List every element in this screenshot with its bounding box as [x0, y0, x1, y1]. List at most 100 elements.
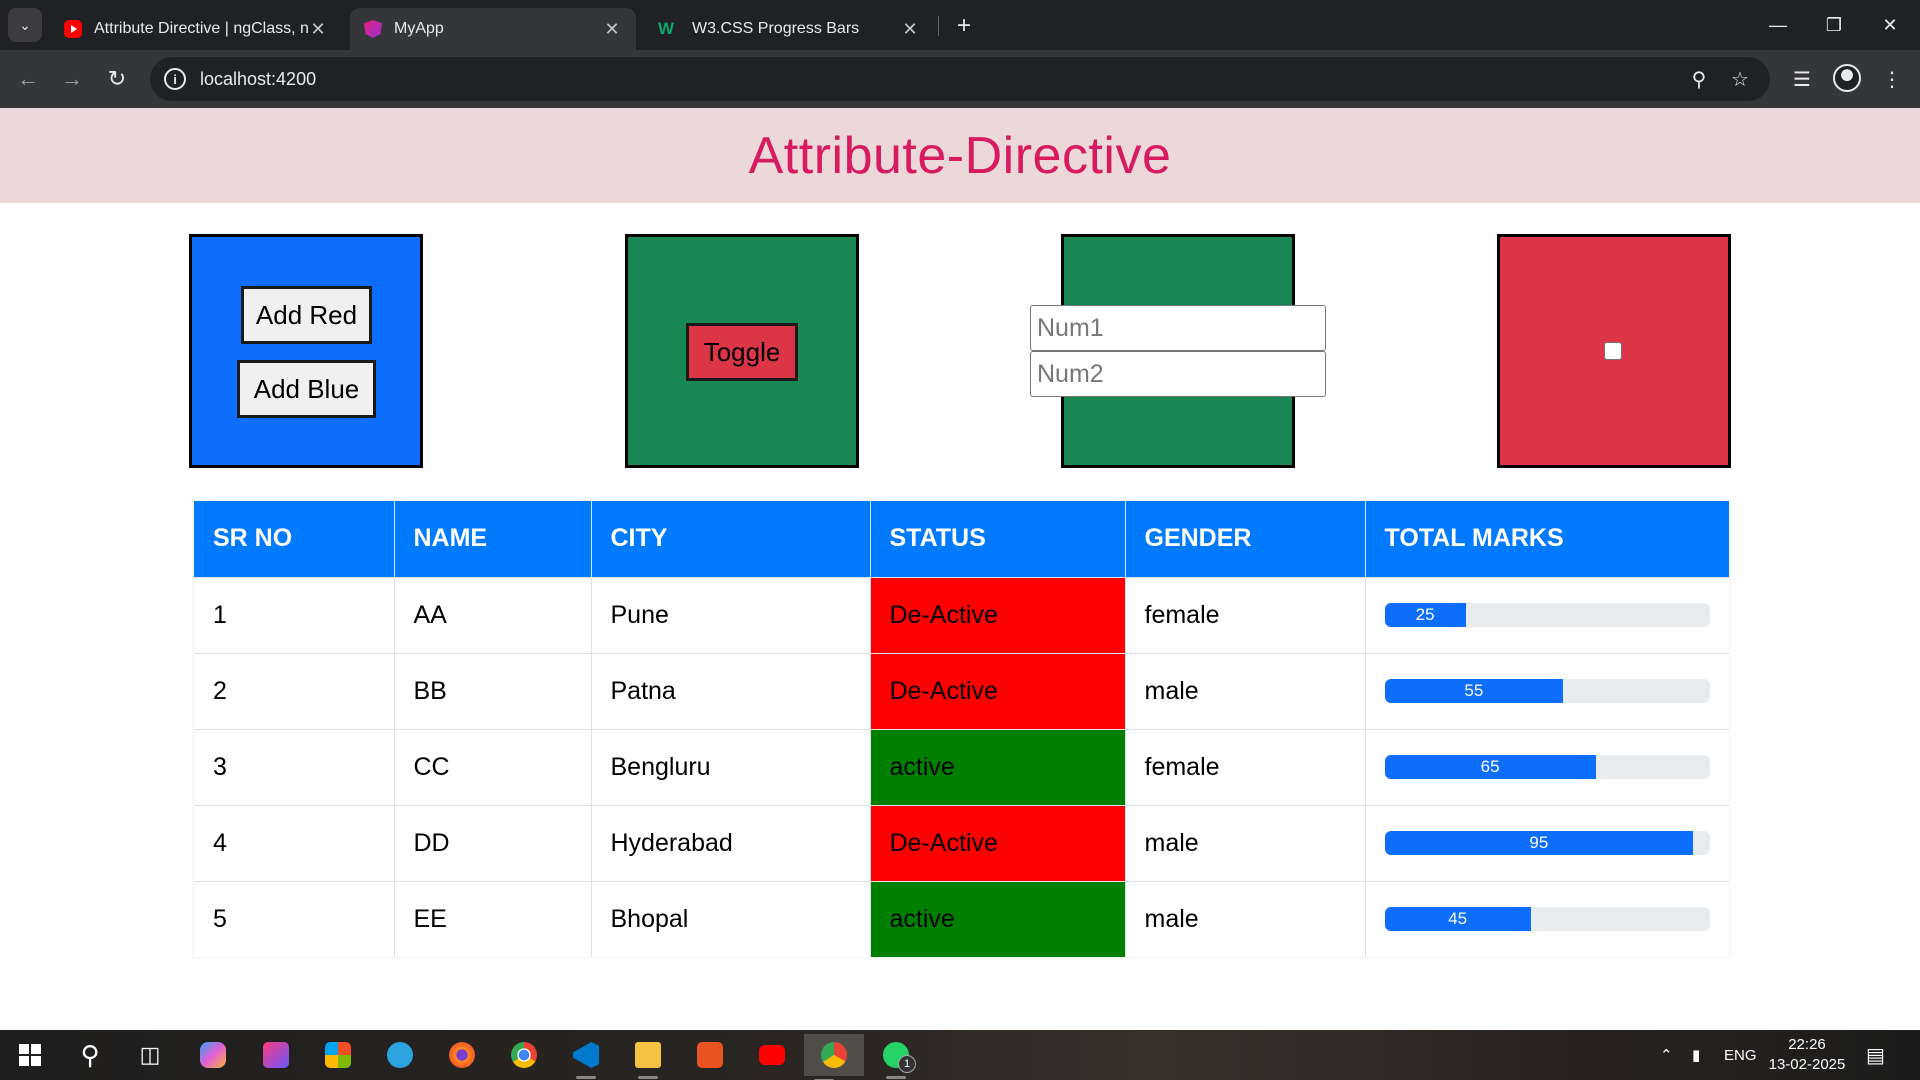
close-icon[interactable]: ✕ [308, 19, 328, 40]
start-button[interactable] [10, 1037, 50, 1073]
sr-no-cell: 1 [194, 576, 395, 653]
firefox-icon [449, 1042, 475, 1068]
city-cell: Patna [591, 652, 871, 729]
table-row: 2 BB Patna De-Active male 55 [194, 652, 1729, 729]
copilot-icon [200, 1042, 226, 1068]
task-view-icon: ◫ [139, 1042, 161, 1067]
close-icon[interactable]: ✕ [900, 19, 920, 40]
num2-input[interactable] [1030, 351, 1326, 397]
total-marks-cell: 45 [1365, 880, 1729, 957]
close-icon: ✕ [1882, 14, 1898, 35]
store-button[interactable] [318, 1037, 358, 1073]
tab-title: Attribute Directive | ngClass, ng [94, 20, 308, 37]
task-view-button[interactable]: ◫ [130, 1037, 170, 1073]
language-indicator[interactable]: ENG [1724, 1030, 1757, 1080]
students-table: SR NO NAME CITY STATUS GENDER TOTAL MARK… [194, 501, 1729, 957]
close-window-button[interactable]: ✕ [1862, 8, 1918, 42]
browser-tab-attribute-directive[interactable]: Attribute Directive | ngClass, ng ✕ [50, 8, 342, 50]
progress-fill: 25 [1384, 603, 1466, 627]
media-controls-icon[interactable]: ☰ [1786, 63, 1818, 95]
chrome-button[interactable] [504, 1037, 544, 1073]
add-red-button[interactable]: Add Red [241, 286, 372, 344]
ubuntu-icon [697, 1042, 723, 1068]
table-row: 4 DD Hyderabad De-Active male 95 [194, 804, 1729, 881]
marks-progress-bar: 95 [1384, 831, 1710, 855]
profile-avatar[interactable] [1833, 64, 1861, 92]
youtube-button[interactable] [752, 1037, 792, 1073]
gender-cell: male [1125, 652, 1366, 729]
blue-box [189, 234, 423, 468]
sr-no-cell: 5 [194, 880, 395, 957]
name-cell: CC [394, 728, 592, 805]
browser-tab-strip: ⌄ Attribute Directive | ngClass, ng ✕ My… [0, 0, 1920, 50]
progress-fill: 45 [1384, 907, 1531, 932]
minimize-icon: — [1769, 14, 1787, 35]
close-icon[interactable]: ✕ [602, 19, 622, 40]
status-cell: active [870, 728, 1126, 805]
clock-date: 13-02-2025 [1768, 1056, 1846, 1073]
minimize-button[interactable]: — [1750, 8, 1806, 42]
chrome-profile-button[interactable] [804, 1034, 864, 1080]
notification-badge: 1 [898, 1055, 916, 1073]
progress-fill: 55 [1384, 679, 1564, 703]
telegram-button[interactable] [380, 1037, 420, 1073]
search-button[interactable]: ⚲ [70, 1037, 110, 1073]
browser-tab-myapp[interactable]: MyApp ✕ [350, 8, 636, 50]
total-marks-cell: 25 [1365, 576, 1729, 653]
city-cell: Pune [591, 576, 871, 653]
windows-icon [19, 1044, 41, 1066]
city-cell: Bhopal [591, 880, 871, 957]
info-icon[interactable]: i [164, 68, 186, 90]
gender-cell: female [1125, 728, 1366, 805]
windows-taskbar: ⚲ ◫ 1 ⌃ ▮ ENG 22:26 13-02-2025 ▤ [0, 1030, 1920, 1080]
show-hidden-icons[interactable]: ⌃ [1660, 1030, 1673, 1080]
tab-title: W3.CSS Progress Bars [692, 20, 860, 37]
gender-cell: male [1125, 880, 1366, 957]
checkbox[interactable] [1604, 342, 1622, 360]
table-header-row: SR NO NAME CITY STATUS GENDER TOTAL MARK… [194, 501, 1729, 577]
add-blue-button[interactable]: Add Blue [237, 360, 376, 418]
column-header: GENDER [1125, 501, 1366, 577]
progress-fill: 65 [1384, 755, 1596, 779]
gender-cell: male [1125, 804, 1366, 881]
num1-input[interactable] [1030, 305, 1326, 351]
restore-button[interactable]: ❐ [1806, 8, 1862, 42]
status-cell: De-Active [870, 804, 1126, 881]
ubuntu-button[interactable] [690, 1037, 730, 1073]
clock[interactable]: 22:26 13-02-2025 [1762, 1035, 1852, 1075]
firefox-button[interactable] [442, 1037, 482, 1073]
sr-no-cell: 2 [194, 652, 395, 729]
bookmark-star-icon[interactable]: ☆ [1726, 65, 1754, 93]
more-menu-icon[interactable]: ⋮ [1876, 63, 1908, 95]
copilot-button[interactable] [193, 1037, 233, 1073]
whatsapp-button[interactable]: 1 [876, 1037, 916, 1079]
chevron-up-icon: ⌃ [1660, 1047, 1673, 1064]
file-explorer-button[interactable] [628, 1037, 668, 1079]
zoom-icon[interactable]: ⚲ [1685, 65, 1713, 93]
reload-button[interactable]: ↻ [99, 61, 135, 97]
new-tab-button[interactable]: + [950, 12, 978, 40]
battery-icon[interactable]: ▮ [1692, 1030, 1700, 1080]
browser-tab-w3css[interactable]: W W3.CSS Progress Bars ✕ [644, 8, 934, 50]
youtube-icon [64, 20, 82, 38]
status-cell: De-Active [870, 652, 1126, 729]
angular-icon [364, 20, 382, 38]
intellij-icon [263, 1042, 289, 1068]
tab-search-button[interactable]: ⌄ [8, 8, 42, 42]
forward-button[interactable]: → [54, 61, 90, 97]
toggle-button[interactable]: Toggle [686, 323, 798, 381]
vscode-button[interactable] [566, 1037, 606, 1079]
city-cell: Hyderabad [591, 804, 871, 881]
address-bar[interactable]: i localhost:4200 ⚲ ☆ [150, 57, 1770, 101]
page-title: Attribute-Directive [748, 126, 1172, 185]
name-cell: DD [394, 804, 592, 881]
marks-progress-bar: 65 [1384, 755, 1710, 779]
status-cell: active [870, 880, 1126, 957]
intellij-button[interactable] [256, 1037, 296, 1073]
folder-icon [635, 1042, 661, 1068]
arrow-right-icon: → [61, 66, 83, 91]
marks-progress-bar: 55 [1384, 679, 1710, 703]
column-header: STATUS [870, 501, 1126, 577]
notification-center-button[interactable]: ▤ [1866, 1030, 1885, 1080]
back-button[interactable]: ← [10, 61, 46, 97]
